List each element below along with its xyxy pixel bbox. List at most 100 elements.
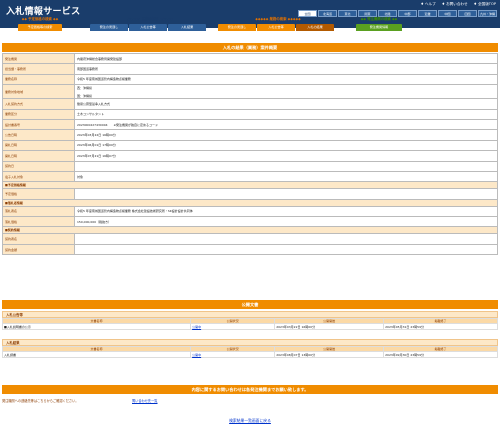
docs-notice-section: 入札公告等 文書名称 公開状況 公開開始 掲載終了 ■入札説明書の公示 公開中 …: [1, 311, 498, 330]
tab-service-notice[interactable]: 入札公告等: [257, 24, 295, 31]
nav-group-label: ◆◆◆◆◆ 工事の検索 ◆◆◆◆◆: [127, 17, 173, 21]
table-row: ■入札説明書の公示 公開中 2023年03月22日 16時00分 2023年05…: [1, 323, 498, 330]
table-row: 契約日: [2, 160, 498, 172]
field-value: [74, 243, 498, 256]
doc-end: 2023年05月31日 23時59分: [383, 323, 498, 330]
section-header: ■予定価格情報: [2, 181, 498, 190]
docs-result-head: 入札結果: [2, 339, 498, 346]
field-value: 150,000,000（税抜き）: [74, 216, 498, 228]
docs-result-section: 入札結果 文書名称 公開状況 公開開始 掲載終了 入札調書 公開中 2023年0…: [1, 339, 498, 358]
doc-name: 入札調書: [1, 351, 192, 358]
field-value: [74, 160, 498, 172]
inquiry-list-link[interactable]: 問い合わせ先一覧: [132, 398, 158, 403]
table-row: 入札調書 公開中 2023年08月07日 13時00分 2023年09月30日 …: [1, 351, 498, 358]
page-title: 入札の結果（業務）案件概要: [2, 43, 498, 52]
field-value: 対象: [74, 170, 498, 183]
field-value: 令和5 年度南城国道管内構造物点検業務 株式会社建設技術研究所・SK設計設計共同…: [74, 205, 498, 218]
table-row: 開札日時 2023年06月01日 17時00分: [2, 139, 498, 152]
field-value: [74, 188, 498, 200]
field-label: 入札契約方式: [2, 98, 75, 110]
field-label: 担当課・事務所: [2, 63, 75, 75]
nav-group-label: ◆◆ 発注機関の検索 ◆◆: [360, 17, 398, 21]
table-row: 業務区分 土木コンサルタント: [2, 108, 498, 120]
doc-end: 2023年09月30日 23時59分: [383, 351, 498, 358]
tab-price-search[interactable]: 予定価格等の検索: [18, 24, 62, 31]
field-label: 開札日時: [2, 150, 75, 162]
doc-status-link[interactable]: 公開中: [190, 323, 276, 330]
tab-construction-outlook[interactable]: 発注の見通し: [90, 24, 128, 31]
inquiry-info: 発注機関への連絡先等はこちらからご確認ください。 問い合わせ先一覧: [2, 398, 498, 403]
table-row: 入札契約方式 簡易公募型競争入札方式: [2, 98, 498, 110]
field-label: 契約者名: [2, 233, 75, 245]
table-row: 発注機関 内閣府沖縄総合事務局開発建設部: [2, 52, 498, 65]
inquiry-label: 発注機関への連絡先等はこちらからご確認ください。: [2, 399, 79, 403]
table-row: 業務対象地域 西：沖縄県 国：沖縄県: [2, 84, 498, 100]
nav-group-label: ◆◆◆◆◆ 業務の検索 ◆◆◆◆◆: [255, 17, 301, 21]
field-value: 西：沖縄県 国：沖縄県: [74, 84, 498, 100]
contact-link[interactable]: ♦ お問い合わせ: [442, 2, 468, 7]
national-top-link[interactable]: ♦ 全国版TOP: [474, 2, 496, 7]
section-title: ■契約情報: [2, 226, 498, 235]
table-row: 業務名称 令和5 年度南城国道管内構造物点検業務: [2, 73, 498, 86]
help-link[interactable]: ♦ ヘルプ: [421, 2, 436, 7]
back-to-results-link[interactable]: 検索結果一覧画面に戻る: [0, 418, 500, 424]
tab-service-outlook[interactable]: 発注の見通し: [218, 24, 256, 31]
doc-start: 2023年08月07日 13時00分: [274, 351, 385, 358]
tab-agency-info[interactable]: 発注機関情報: [356, 24, 402, 31]
field-value: 簡易公募型競争入札方式: [74, 98, 498, 110]
table-row: 公告日時 2023年03月22日 16時00分: [2, 129, 498, 141]
field-label: 落札価格: [2, 216, 75, 228]
table-row: 開札日時 2023年07月21日 16時07分: [2, 150, 498, 162]
section-header: ■契約情報: [2, 226, 498, 235]
field-label: 業務区分: [2, 108, 75, 120]
table-row: 設計書番号 2023000227430004 ※発注機関が独自に定めるコード: [2, 118, 498, 131]
field-value: 土木コンサルタント: [74, 108, 498, 120]
tab-construction-notice[interactable]: 入札公告等: [129, 24, 167, 31]
nav-group-agency: ◆◆ 発注機関の検索 ◆◆ 発注機関情報: [356, 16, 402, 38]
field-value: 2023000227430004 ※発注機関が独自に定めるコード: [74, 118, 498, 131]
field-label: 契約金額: [2, 243, 75, 256]
field-label: 設計書番号: [2, 118, 75, 131]
tab-construction-result[interactable]: 入札結果: [168, 24, 206, 31]
doc-start: 2023年03月22日 16時00分: [274, 323, 385, 330]
field-label: 電子入札対象: [2, 170, 75, 183]
docs-notice-head: 入札公告等: [2, 311, 498, 318]
header-links: ♦ ヘルプ ♦ お問い合わせ ♦ 全国版TOP: [421, 2, 496, 7]
tab-service-result[interactable]: 入札の結果: [296, 24, 334, 31]
field-value: 2023年03月22日 16時00分: [74, 129, 498, 141]
field-label: 開札日時: [2, 139, 75, 152]
field-label: 公告日時: [2, 129, 75, 141]
case-summary-table: 発注機関 内閣府沖縄総合事務局開発建設部 担当課・事務所 南部国道事務所 業務名称 令和5…: [2, 52, 498, 256]
field-label: 発注機関: [2, 52, 75, 65]
inquiry-band: 内容に関するお問い合わせは各発注機関までお願い致します。: [2, 385, 498, 394]
field-label: 予定価格: [2, 188, 75, 200]
doc-status-link[interactable]: 公開中: [190, 351, 276, 358]
nav-bar: ◆◆ 予定価格の検索 ◆◆ 予定価格等の検索 ◆◆◆◆◆ 工事の検索 ◆◆◆◆◆…: [0, 16, 500, 38]
doc-name: ■入札説明書の公示: [1, 323, 192, 330]
docs-title: 公開文書: [2, 300, 498, 309]
table-row: 電子入札対象 対象: [2, 170, 498, 183]
field-label: 落札者名: [2, 205, 75, 218]
table-row: 落札価格 150,000,000（税抜き）: [2, 216, 498, 228]
nav-group-service: ◆◆◆◆◆ 業務の検索 ◆◆◆◆◆ 発注の見通し 入札公告等 入札の結果: [218, 16, 338, 38]
table-row: 予定価格: [2, 188, 498, 200]
table-row: 落札者名 令和5 年度南城国道管内構造物点検業務 株式会社建設技術研究所・SK設計…: [2, 205, 498, 218]
field-value: 2023年07月21日 16時07分: [74, 150, 498, 162]
nav-group-price: ◆◆ 予定価格の検索 ◆◆ 予定価格等の検索: [18, 16, 62, 38]
table-row: 担当課・事務所 南部国道事務所: [2, 63, 498, 75]
field-label: 契約日: [2, 160, 75, 172]
nav-group-label: ◆◆ 予定価格の検索 ◆◆: [21, 17, 59, 21]
table-row: 契約金額: [2, 243, 498, 256]
section-title: ■落札者情報: [2, 198, 498, 207]
section-title: ■予定価格情報: [2, 181, 498, 190]
field-label: 業務対象地域: [2, 84, 75, 100]
field-value: 南部国道事務所: [74, 63, 498, 75]
field-value: 内閣府沖縄総合事務局開発建設部: [74, 52, 498, 65]
section-header: ■落札者情報: [2, 198, 498, 207]
field-label: 業務名称: [2, 73, 75, 86]
field-value: 2023年06月01日 17時00分: [74, 139, 498, 152]
field-value: 令和5 年度南城国道管内構造物点検業務: [74, 73, 498, 86]
nav-group-construction: ◆◆◆◆◆ 工事の検索 ◆◆◆◆◆ 発注の見通し 入札公告等 入札結果: [90, 16, 210, 38]
table-row: 契約者名: [2, 233, 498, 245]
field-value: [74, 233, 498, 245]
